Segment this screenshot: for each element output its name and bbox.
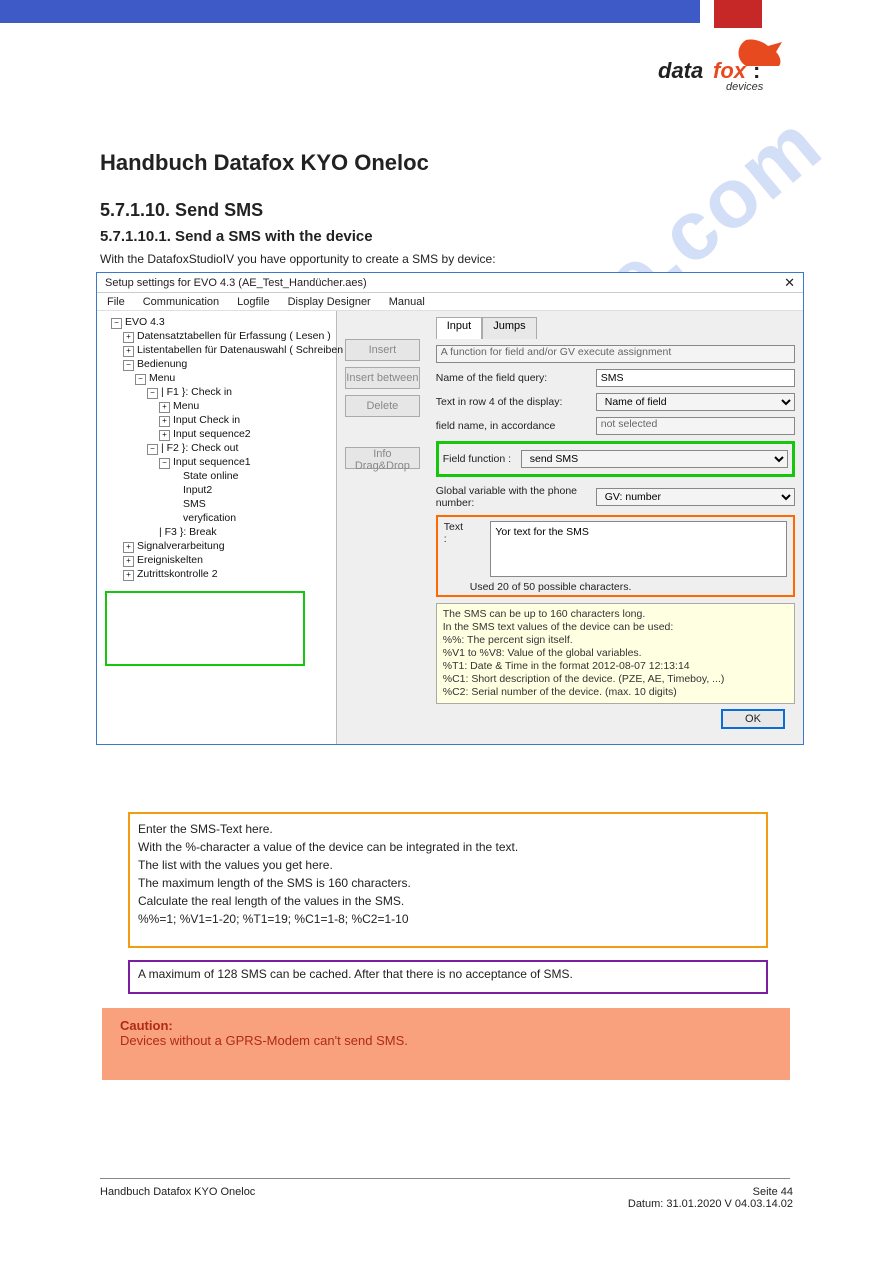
sms-text-input[interactable]: Yor text for the SMS [490, 521, 787, 577]
info-box: The SMS can be up to 160 characters long… [436, 603, 795, 704]
fieldfunc-label: Field function : [443, 453, 521, 465]
orange-line: Calculate the real length of the values … [138, 892, 758, 910]
fieldname-value: not selected [596, 417, 795, 435]
orange-line: Enter the SMS-Text here. [138, 820, 758, 838]
tree-item[interactable]: veryfication [171, 511, 334, 525]
caution-text: Devices without a GPRS-Modem can't send … [120, 1033, 772, 1048]
footer-left: Handbuch Datafox KYO Oneloc [100, 1186, 255, 1198]
tree-item[interactable]: Zutrittskontrolle 2 [123, 567, 334, 581]
fieldname-label: field name, in accordance [436, 420, 596, 432]
action-buttons: Insert Insert between Delete Info Drag&D… [337, 311, 428, 744]
menu-logfile[interactable]: Logfile [233, 294, 273, 310]
window-titlebar: Setup settings for EVO 4.3 (AE_Test_Hand… [97, 273, 803, 293]
insert-button[interactable]: Insert [345, 339, 420, 361]
tree-item[interactable]: Menu [135, 371, 334, 385]
tree-item[interactable]: Menu [159, 399, 334, 413]
header-bar-red [714, 0, 762, 28]
svg-text:devices: devices [726, 81, 764, 93]
function-description: A function for field and/or GV execute a… [436, 345, 795, 363]
sms-text-highlight: Text : Yor text for the SMS Used 20 of 5… [436, 515, 795, 597]
orange-line: The list with the values you get here. [138, 856, 758, 874]
header-bar-blue [0, 0, 700, 23]
intro-paragraph: With the DatafoxStudioIV you have opport… [100, 252, 496, 266]
menu-manual[interactable]: Manual [385, 294, 429, 310]
page-title: Handbuch Datafox KYO Oneloc [100, 150, 429, 176]
svg-text:data: data [658, 58, 703, 83]
brand-logo: data fox : devices [658, 38, 793, 99]
menu-file[interactable]: File [103, 294, 129, 310]
tree-item[interactable]: | F2 }: Check out [147, 441, 334, 455]
tree-item[interactable]: State online [171, 469, 334, 483]
name-label: Name of the field query: [436, 372, 596, 384]
highlight-box-empty [105, 591, 305, 666]
tab-jumps[interactable]: Jumps [482, 317, 536, 339]
section-heading-2: 5.7.1.10.1. Send a SMS with the device [100, 228, 373, 245]
tree-item[interactable]: | F3 }: Break [147, 525, 334, 539]
caution-box: Caution: Devices without a GPRS-Modem ca… [102, 1008, 790, 1080]
ok-button[interactable]: OK [721, 709, 785, 729]
orange-line: %%=1; %V1=1-20; %T1=19; %C1=1-8; %C2=1-1… [138, 910, 758, 928]
menu-communication[interactable]: Communication [139, 294, 223, 310]
footer-rule [100, 1178, 790, 1179]
tree-item[interactable]: Ereigniskelten [123, 553, 334, 567]
name-input[interactable] [596, 369, 795, 387]
form-panel: Input Jumps A function for field and/or … [428, 311, 803, 744]
tree-item[interactable]: Datensatztabellen für Erfassung ( Lesen … [123, 329, 334, 343]
tabstrip: Input Jumps [436, 317, 795, 339]
tree-item[interactable]: Input sequence2 [159, 427, 334, 441]
tree-panel: EVO 4.3 Datensatztabellen für Erfassung … [97, 311, 337, 744]
tree-item[interactable]: Input sequence1 [159, 455, 334, 469]
tree-item[interactable]: SMS [171, 497, 334, 511]
gv-label: Global variable with the phone number: [436, 485, 596, 509]
svg-text:fox: fox [713, 58, 747, 83]
tree-item[interactable]: Input2 [171, 483, 334, 497]
tree-item[interactable]: Listentabellen für Datenauswahl ( Schrei… [123, 343, 334, 357]
instruction-box-orange: Enter the SMS-Text here. With the %-char… [128, 812, 768, 948]
note-box-purple: A maximum of 128 SMS can be cached. Afte… [128, 960, 768, 994]
tree-item[interactable]: Signalverarbeitung [123, 539, 334, 553]
row4-select[interactable]: Name of field [596, 393, 795, 411]
info-dragdrop-button[interactable]: Info Drag&Drop [345, 447, 420, 469]
tree-item[interactable]: | F1 }: Check in [147, 385, 334, 399]
footer-right: Seite 44 Datum: 31.01.2020 V 04.03.14.02 [628, 1186, 793, 1210]
delete-button[interactable]: Delete [345, 395, 420, 417]
field-function-highlight: Field function : send SMS [436, 441, 795, 477]
setup-window: Setup settings for EVO 4.3 (AE_Test_Hand… [96, 272, 804, 745]
orange-line: With the %-character a value of the devi… [138, 838, 758, 856]
orange-line: The maximum length of the SMS is 160 cha… [138, 874, 758, 892]
window-title-text: Setup settings for EVO 4.3 (AE_Test_Hand… [105, 277, 367, 289]
chars-used: Used 20 of 50 possible characters. [470, 581, 787, 593]
close-icon[interactable]: ✕ [784, 275, 795, 291]
row4-label: Text in row 4 of the display: [436, 396, 596, 408]
gv-select[interactable]: GV: number [596, 488, 795, 506]
tree-item[interactable]: Bedienung [123, 357, 334, 371]
fieldfunc-select[interactable]: send SMS [521, 450, 788, 468]
insert-between-button[interactable]: Insert between [345, 367, 420, 389]
menubar: File Communication Logfile Display Desig… [97, 293, 803, 311]
caution-title: Caution: [120, 1018, 772, 1033]
menu-display-designer[interactable]: Display Designer [284, 294, 375, 310]
section-heading-1: 5.7.1.10. Send SMS [100, 200, 263, 221]
tab-input[interactable]: Input [436, 317, 482, 339]
svg-text::: : [753, 58, 760, 83]
tree-root[interactable]: EVO 4.3 [111, 315, 334, 329]
text-label: Text : [444, 521, 469, 545]
tree-item[interactable]: Input Check in [159, 413, 334, 427]
